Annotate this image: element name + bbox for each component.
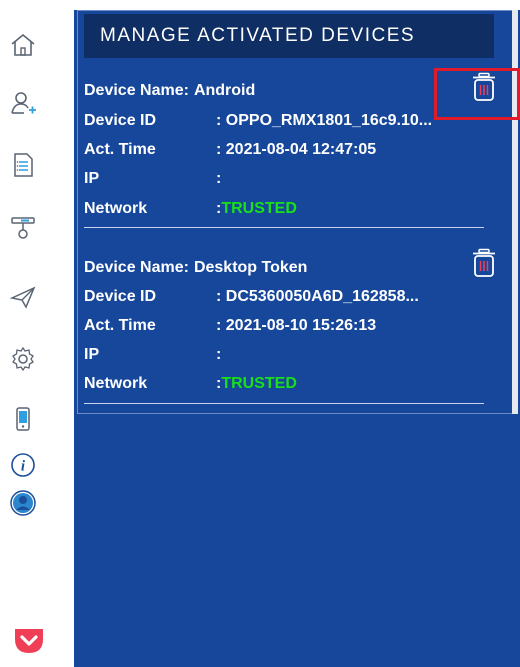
- device-name-row: Device Name: Android: [84, 80, 255, 102]
- network-value-wrap: :TRUSTED: [216, 200, 297, 218]
- add-user-icon[interactable]: [8, 88, 38, 118]
- device-id-value: : OPPO_RMX1801_16c9.10...: [216, 112, 433, 129]
- device-name-row: Device Name: Desktop Token: [84, 257, 307, 279]
- ip-value: :: [216, 170, 222, 187]
- trash-icon: [473, 248, 495, 277]
- home-icon[interactable]: [8, 30, 38, 60]
- device-id-value: : DC5360050A6D_162858...: [216, 288, 419, 305]
- act-time-label: Act. Time: [84, 317, 156, 334]
- network-row: Network :TRUSTED: [84, 198, 297, 220]
- device-name-value: Android: [193, 82, 256, 99]
- ip-value: :: [216, 346, 222, 363]
- send-icon[interactable]: [8, 282, 38, 312]
- token-key-icon[interactable]: [8, 212, 38, 242]
- profile-icon[interactable]: [8, 488, 38, 518]
- mobile-device-icon[interactable]: [8, 404, 38, 434]
- ip-label: IP: [84, 346, 100, 363]
- device-name-value: Desktop Token: [193, 259, 308, 276]
- info-icon[interactable]: i: [8, 450, 38, 480]
- device-name-label: Device Name:: [84, 82, 189, 99]
- device-id-row: Device ID : DC5360050A6D_162858...: [84, 286, 419, 308]
- highlight-box: [434, 68, 520, 120]
- page-title: MANAGE ACTIVATED DEVICES: [84, 14, 494, 58]
- network-label: Network: [84, 200, 148, 217]
- act-time-value: : 2021-08-10 15:26:13: [216, 317, 377, 334]
- svg-text:i: i: [21, 459, 26, 475]
- sidebar: i: [0, 0, 74, 667]
- network-row: Network :TRUSTED: [84, 373, 297, 395]
- ip-row: IP :: [84, 168, 221, 190]
- act-time-label: Act. Time: [84, 141, 156, 158]
- document-list-icon[interactable]: [8, 150, 38, 180]
- ip-row: IP :: [84, 344, 221, 366]
- act-time-value: : 2021-08-04 12:47:05: [216, 141, 377, 158]
- ip-label: IP: [84, 170, 100, 187]
- act-time-row: Act. Time : 2021-08-04 12:47:05: [84, 139, 376, 161]
- network-status: TRUSTED: [221, 200, 297, 217]
- pocket-icon[interactable]: [12, 626, 46, 656]
- network-label: Network: [84, 375, 148, 392]
- delete-device-desktop-token-button[interactable]: [470, 248, 498, 278]
- device-id-label: Device ID: [84, 288, 157, 305]
- page-title-text: MANAGE ACTIVATED DEVICES: [100, 25, 416, 46]
- device-id-row: Device ID : OPPO_RMX1801_16c9.10...: [84, 110, 432, 132]
- network-status: TRUSTED: [221, 375, 297, 392]
- settings-gear-icon[interactable]: [8, 344, 38, 374]
- device-separator: [84, 227, 484, 228]
- network-value-wrap: :TRUSTED: [216, 375, 297, 393]
- top-strip: [74, 0, 520, 10]
- act-time-row: Act. Time : 2021-08-10 15:26:13: [84, 315, 376, 337]
- device-id-label: Device ID: [84, 112, 157, 129]
- device-separator: [84, 403, 484, 404]
- device-name-label: Device Name:: [84, 259, 189, 276]
